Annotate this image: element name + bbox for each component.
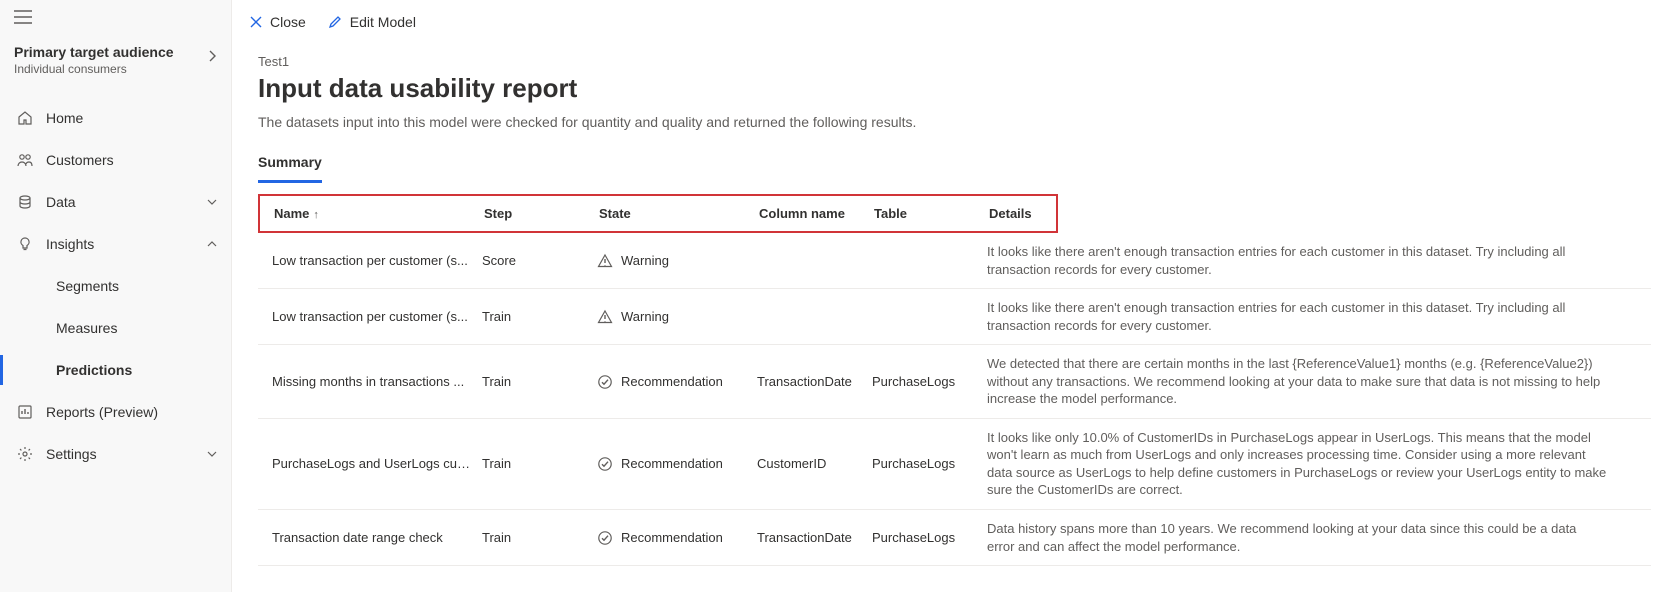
- warning-icon: [597, 309, 613, 325]
- page-title: Input data usability report: [258, 73, 1651, 104]
- cell-details: It looks like there aren't enough transa…: [987, 299, 1637, 334]
- sidebar-item-segments[interactable]: Segments: [0, 265, 231, 307]
- audience-selector[interactable]: Primary target audience Individual consu…: [0, 34, 231, 91]
- cell-state: Warning: [597, 309, 757, 325]
- cell-name: Low transaction per customer (s...: [272, 309, 482, 324]
- report-table: Name↑ Step State Column name Table Detai…: [258, 194, 1651, 566]
- insights-icon: [14, 236, 36, 252]
- cell-details: It looks like there aren't enough transa…: [987, 243, 1637, 278]
- cell-state: Recommendation: [597, 374, 757, 390]
- column-header-state[interactable]: State: [599, 206, 759, 221]
- column-header-step[interactable]: Step: [484, 206, 599, 221]
- column-header-name[interactable]: Name↑: [274, 206, 484, 221]
- edit-label: Edit Model: [350, 14, 416, 30]
- cell-details: We detected that there are certain month…: [987, 355, 1637, 408]
- table-body: Low transaction per customer (s...ScoreW…: [258, 233, 1651, 566]
- cell-name: Transaction date range check: [272, 530, 482, 545]
- cell-step: Train: [482, 456, 597, 471]
- content: Test1 Input data usability report The da…: [232, 44, 1677, 592]
- column-header-column-name[interactable]: Column name: [759, 206, 874, 221]
- chevron-up-icon: [207, 241, 217, 247]
- audience-subtitle: Individual consumers: [14, 62, 174, 76]
- check-circle-icon: [597, 530, 613, 546]
- hamburger-menu-icon[interactable]: [0, 4, 231, 34]
- state-text: Warning: [621, 309, 669, 324]
- data-icon: [14, 194, 36, 210]
- cell-table: PurchaseLogs: [872, 530, 987, 545]
- sidebar-item-home[interactable]: Home: [0, 97, 231, 139]
- check-circle-icon: [597, 456, 613, 472]
- chevron-down-icon: [207, 451, 217, 457]
- cell-step: Train: [482, 309, 597, 324]
- page-description: The datasets input into this model were …: [258, 114, 1651, 130]
- cell-step: Train: [482, 530, 597, 545]
- state-text: Recommendation: [621, 374, 723, 389]
- close-button[interactable]: Close: [250, 14, 306, 30]
- audience-title: Primary target audience: [14, 44, 174, 60]
- edit-model-button[interactable]: Edit Model: [328, 14, 416, 30]
- edit-icon: [328, 15, 342, 29]
- check-circle-icon: [597, 374, 613, 390]
- sidebar-item-predictions[interactable]: Predictions: [0, 349, 231, 391]
- cell-table: PurchaseLogs: [872, 374, 987, 389]
- sidebar: Primary target audience Individual consu…: [0, 0, 232, 592]
- close-icon: [250, 16, 262, 28]
- cell-column-name: TransactionDate: [757, 530, 872, 545]
- cell-state: Recommendation: [597, 456, 757, 472]
- table-row[interactable]: Low transaction per customer (s...Train W…: [258, 289, 1651, 345]
- sidebar-item-label: Segments: [56, 278, 217, 294]
- table-row[interactable]: Low transaction per customer (s...Score W…: [258, 233, 1651, 289]
- column-header-table[interactable]: Table: [874, 206, 989, 221]
- cell-name: Missing months in transactions ...: [272, 374, 482, 389]
- customers-icon: [14, 152, 36, 168]
- nav: Home Customers Data Insights: [0, 97, 231, 475]
- chevron-down-icon: [207, 199, 217, 205]
- cell-column-name: CustomerID: [757, 456, 872, 471]
- sidebar-item-settings[interactable]: Settings: [0, 433, 231, 475]
- reports-icon: [14, 404, 36, 420]
- toolbar: Close Edit Model: [232, 0, 1677, 44]
- sidebar-item-label: Settings: [46, 446, 207, 462]
- sidebar-item-reports[interactable]: Reports (Preview): [0, 391, 231, 433]
- sidebar-item-measures[interactable]: Measures: [0, 307, 231, 349]
- cell-details: It looks like only 10.0% of CustomerIDs …: [987, 429, 1637, 499]
- state-text: Recommendation: [621, 456, 723, 471]
- sidebar-item-insights[interactable]: Insights: [0, 223, 231, 265]
- sidebar-item-customers[interactable]: Customers: [0, 139, 231, 181]
- table-row[interactable]: Missing months in transactions ...Train R…: [258, 345, 1651, 419]
- breadcrumb: Test1: [258, 54, 1651, 69]
- cell-name: PurchaseLogs and UserLogs cus...: [272, 456, 482, 471]
- sidebar-item-label: Measures: [56, 320, 217, 336]
- chevron-right-icon: [209, 50, 217, 62]
- column-header-details[interactable]: Details: [989, 206, 1042, 221]
- tab-summary[interactable]: Summary: [258, 148, 322, 183]
- close-label: Close: [270, 14, 306, 30]
- warning-icon: [597, 253, 613, 269]
- table-header-row: Name↑ Step State Column name Table Detai…: [258, 194, 1058, 233]
- cell-state: Recommendation: [597, 530, 757, 546]
- sidebar-item-label: Data: [46, 194, 207, 210]
- cell-table: PurchaseLogs: [872, 456, 987, 471]
- sidebar-item-label: Home: [46, 110, 217, 126]
- tabs: Summary: [258, 148, 1651, 184]
- table-row[interactable]: Transaction date range checkTrain Recomme…: [258, 510, 1651, 566]
- sort-ascending-icon: ↑: [313, 209, 319, 221]
- state-text: Recommendation: [621, 530, 723, 545]
- cell-state: Warning: [597, 253, 757, 269]
- sidebar-item-label: Insights: [46, 236, 207, 252]
- main: Close Edit Model Test1 Input data usabil…: [232, 0, 1677, 592]
- cell-step: Score: [482, 253, 597, 268]
- sidebar-item-label: Predictions: [56, 362, 217, 378]
- cell-step: Train: [482, 374, 597, 389]
- table-row[interactable]: PurchaseLogs and UserLogs cus...Train Rec…: [258, 419, 1651, 510]
- sidebar-item-data[interactable]: Data: [0, 181, 231, 223]
- sidebar-item-label: Reports (Preview): [46, 404, 217, 420]
- sidebar-item-label: Customers: [46, 152, 217, 168]
- cell-details: Data history spans more than 10 years. W…: [987, 520, 1637, 555]
- cell-name: Low transaction per customer (s...: [272, 253, 482, 268]
- home-icon: [14, 110, 36, 126]
- state-text: Warning: [621, 253, 669, 268]
- cell-column-name: TransactionDate: [757, 374, 872, 389]
- gear-icon: [14, 446, 36, 462]
